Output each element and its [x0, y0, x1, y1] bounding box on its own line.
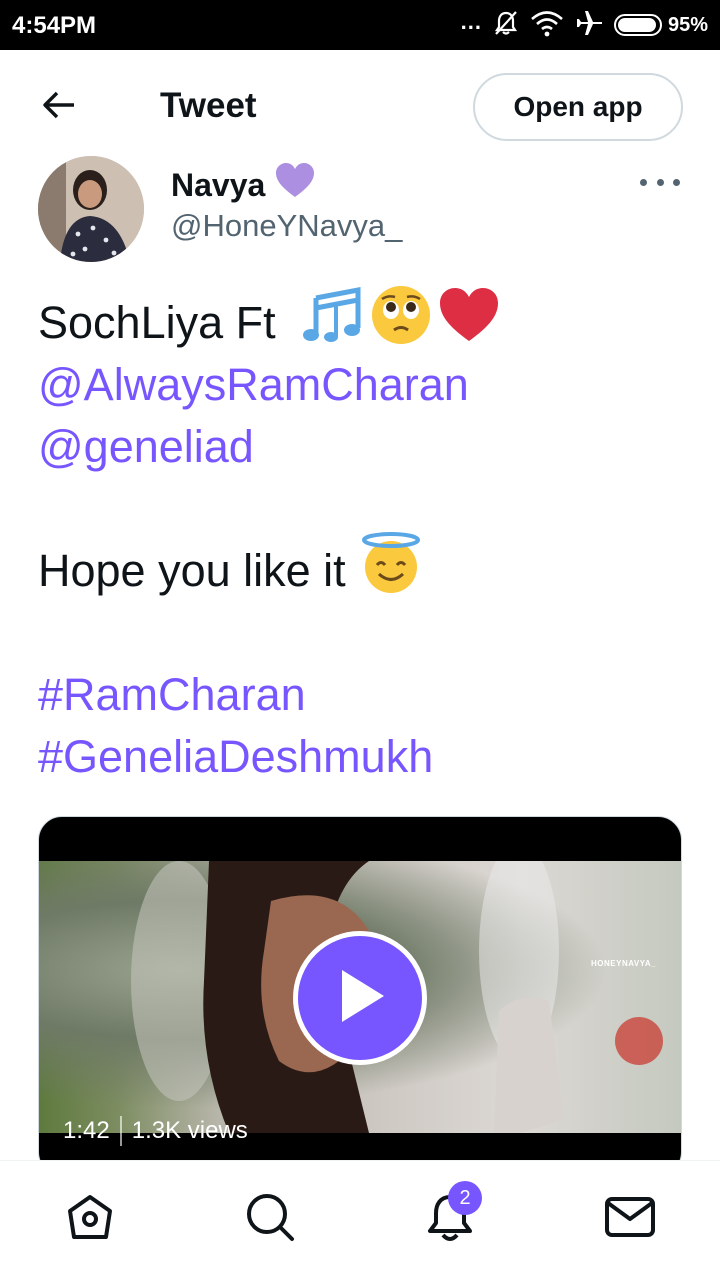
wifi-icon: [530, 9, 564, 42]
tweet-spacer: [38, 478, 688, 540]
video-card[interactable]: HONEYNAVYA_ 1:42 1.3K views: [38, 816, 682, 1176]
smiling-face-with-halo-icon: [360, 532, 422, 610]
nav-notifications[interactable]: 2: [420, 1181, 482, 1249]
nav-messages[interactable]: [600, 1189, 660, 1249]
more-horizontal-icon[interactable]: [640, 170, 680, 194]
video-duration: 1:42: [63, 1117, 110, 1144]
nav-home[interactable]: [60, 1189, 120, 1249]
video-divider: [119, 1116, 122, 1146]
tweet-line-4: Hope you like it: [38, 532, 688, 602]
status-icons: ... 95%: [460, 9, 708, 42]
status-dots: ...: [460, 9, 482, 34]
video-meta: 1:42 1.3K views: [63, 1113, 248, 1149]
play-icon: [332, 966, 388, 1031]
tweet-spacer: [38, 602, 688, 664]
search-icon: [242, 1189, 298, 1250]
tweet-line-hope-text: Hope you like it: [38, 545, 346, 596]
tweet-line-5: #RamCharan: [38, 664, 688, 726]
video-watermark: HONEYNAVYA_: [591, 959, 657, 968]
hashtag-link[interactable]: #RamCharan: [38, 664, 306, 726]
airplane-icon: [574, 9, 604, 42]
red-heart-icon: [438, 286, 500, 360]
video-views: 1.3K views: [131, 1117, 248, 1144]
purple-heart-icon: [275, 163, 315, 207]
tweet-line-1: SochLiya Ft: [38, 286, 688, 354]
nav-search[interactable]: [240, 1189, 300, 1249]
arrow-left-icon: [41, 90, 77, 125]
open-app-button[interactable]: Open app: [473, 73, 683, 141]
play-button[interactable]: [293, 931, 427, 1065]
mention-link[interactable]: @geneliad: [38, 416, 254, 478]
tweet-line-3: @geneliad: [38, 416, 688, 478]
page-title: Tweet: [160, 86, 257, 125]
tweet-line-2: @AlwaysRamCharan: [38, 354, 688, 416]
battery-percent: 95%: [667, 13, 708, 36]
home-icon: [62, 1189, 118, 1250]
pleading-face-icon: [370, 284, 432, 362]
status-bar: 4:54PM ... 95%: [0, 0, 720, 50]
notifications-off-icon: [492, 9, 520, 42]
author-handle[interactable]: @HoneYNavya_: [171, 208, 402, 244]
author-name[interactable]: Navya: [171, 163, 315, 207]
bottom-nav: 2: [0, 1160, 720, 1280]
messages-icon: [602, 1189, 658, 1250]
tweet-text: SochLiya Ft @AlwaysRamCharan @geneliad H…: [38, 286, 688, 788]
musical-notes-icon: [302, 286, 364, 360]
top-header: Tweet Open app: [0, 50, 720, 165]
battery-icon: 95%: [613, 13, 708, 37]
hashtag-link[interactable]: #GeneliaDeshmukh: [38, 726, 433, 788]
avatar[interactable]: [38, 156, 144, 262]
mention-link[interactable]: @AlwaysRamCharan: [38, 354, 469, 416]
notification-badge: 2: [448, 1181, 482, 1215]
tweet-line-6: #GeneliaDeshmukh: [38, 726, 688, 788]
author-name-text: Navya: [171, 166, 266, 203]
status-time: 4:54PM: [12, 12, 97, 39]
tweet-line-1-text: SochLiya Ft: [38, 297, 276, 348]
back-button[interactable]: [30, 86, 88, 128]
